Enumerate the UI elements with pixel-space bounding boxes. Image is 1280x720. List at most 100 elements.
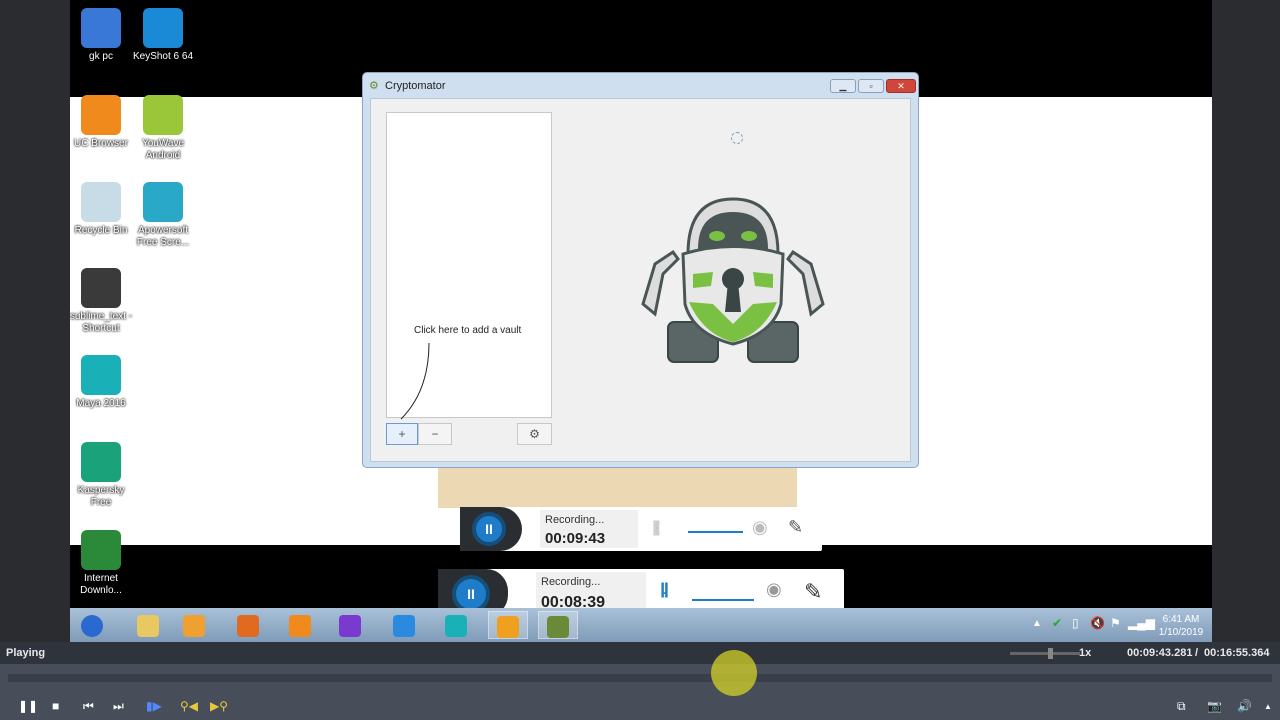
- taskbar-item[interactable]: [228, 611, 268, 639]
- recycle-bin-icon: [81, 182, 121, 222]
- network-signal-icon[interactable]: ▂▄▆: [1128, 616, 1155, 630]
- add-vault-hint: Click here to add a vault: [414, 325, 522, 336]
- hint-arrow: [400, 342, 430, 420]
- taskbar-item[interactable]: [128, 611, 168, 639]
- next-icon[interactable]: ⏭: [113, 699, 124, 714]
- volume-slider[interactable]: [688, 531, 743, 533]
- marker-back-icon[interactable]: ⚲◀: [180, 699, 198, 713]
- taskbar-item[interactable]: [330, 611, 370, 639]
- internet-explorer-icon: [393, 615, 415, 638]
- vault-list[interactable]: Click here to add a vault: [386, 112, 552, 420]
- playback-status: Playing: [6, 647, 46, 659]
- desktop-icon-label: Internet Downlo...: [80, 573, 122, 596]
- android-icon: [143, 95, 183, 135]
- taskbar-item[interactable]: [174, 611, 214, 639]
- desktop-icon-label: UC Browser: [74, 138, 128, 149]
- file-explorer-icon: [137, 615, 159, 638]
- desktop-icon[interactable]: Internet Downlo...: [70, 530, 134, 597]
- pencil-icon[interactable]: ✎: [804, 579, 822, 605]
- desktop-icon-label: Recycle Bin: [74, 225, 128, 236]
- cryptomator-window: ⚙ Cryptomator ▁ ▫ ✕ Click here to add a …: [362, 72, 919, 468]
- marker-forward-icon[interactable]: ▶⚲: [210, 699, 228, 713]
- frame-step-icon[interactable]: ▮▶: [146, 699, 162, 713]
- playback-speed[interactable]: 1x: [1079, 647, 1091, 659]
- seek-handle[interactable]: [710, 650, 757, 696]
- uc-browser-icon: [81, 95, 121, 135]
- desktop-icon[interactable]: Recycle Bin: [70, 182, 134, 237]
- kaspersky-icon: [81, 442, 121, 482]
- muted-volume-icon[interactable]: 🔇: [1090, 616, 1105, 630]
- gear-icon: ⚙: [529, 427, 540, 441]
- player-left-margin: [0, 0, 70, 642]
- audio-level-icon: ||.||: [660, 581, 669, 598]
- audio-level-icon: |||||: [652, 519, 661, 536]
- firefox-icon: [237, 615, 259, 638]
- window-client: Click here to add a vault + − ⚙: [370, 98, 911, 462]
- recorder-status: Recording...: [541, 576, 601, 588]
- system-tray: ▲ ✔ ▯ 🔇 ⚑ ▂▄▆ 6:41 AM 1/10/2019: [1012, 608, 1212, 642]
- sublime-icon: [81, 268, 121, 308]
- action-center-flag-icon[interactable]: ⚑: [1110, 616, 1121, 630]
- previous-icon[interactable]: ⏮: [83, 699, 94, 714]
- maximize-button[interactable]: ▫: [858, 79, 884, 93]
- desktop-icon-label: gk pc: [89, 51, 113, 62]
- background-image: [438, 468, 797, 508]
- taskbar-item[interactable]: [72, 611, 112, 639]
- desktop-icon-label: Maya 2016: [76, 398, 126, 409]
- power-icon[interactable]: ▯: [1072, 616, 1079, 630]
- remove-vault-button[interactable]: −: [418, 423, 452, 445]
- desktop-icon[interactable]: KeyShot 6 64: [130, 8, 196, 63]
- tray-expand-icon[interactable]: ▲: [1032, 618, 1042, 629]
- clock[interactable]: 6:41 AM 1/10/2019: [1152, 613, 1210, 639]
- kaspersky-tray-icon[interactable]: ✔: [1052, 616, 1062, 630]
- pause-icon[interactable]: ❚❚: [18, 699, 38, 713]
- add-vault-button[interactable]: +: [386, 423, 418, 445]
- desktop-icon[interactable]: UC Browser: [70, 95, 134, 150]
- loading-spinner-icon: [731, 132, 743, 144]
- media-player-icon: [183, 615, 205, 638]
- snapshot-camera-icon[interactable]: 📷: [1207, 699, 1222, 713]
- cryptomator-robot-logo: [641, 197, 825, 363]
- pause-recording-button[interactable]: II: [472, 512, 506, 546]
- volume-icon[interactable]: 🔊: [1237, 699, 1252, 713]
- playback-position: 00:09:43.281: [1127, 647, 1193, 659]
- taskbar-item[interactable]: [280, 611, 320, 639]
- cryptomator-icon: [547, 616, 569, 639]
- close-button[interactable]: ✕: [886, 79, 916, 93]
- player-right-margin: [1212, 0, 1280, 642]
- taskbar: ▲ ✔ ▯ 🔇 ⚑ ▂▄▆ 6:41 AM 1/10/2019: [70, 608, 1212, 642]
- recorder-status: Recording...: [545, 514, 605, 526]
- speed-slider[interactable]: [1010, 648, 1080, 659]
- volume-up-arrow-icon[interactable]: ▲: [1264, 702, 1272, 711]
- settings-button[interactable]: ⚙: [517, 423, 552, 445]
- taskbar-item[interactable]: [384, 611, 424, 639]
- taskbar-item[interactable]: [488, 611, 528, 639]
- desktop-icon[interactable]: gk pc: [70, 8, 134, 63]
- fullscreen-icon[interactable]: ⧉: [1177, 699, 1186, 714]
- desktop-icon-label: Kaspersky Free: [77, 485, 125, 508]
- desktop-icon[interactable]: Apowersoft Free Scre...: [130, 182, 196, 249]
- recorder-time: 00:09:43: [545, 530, 606, 547]
- maya-icon: [445, 615, 467, 638]
- volume-slider[interactable]: [692, 599, 754, 601]
- stop-icon[interactable]: ■: [52, 699, 59, 713]
- pencil-icon[interactable]: ✎: [788, 517, 803, 538]
- media-player-controls: Playing 1x 00:09:43.281 / 00:16:55.364 ❚…: [0, 642, 1280, 720]
- webcam-icon[interactable]: ◉: [752, 517, 768, 538]
- taskbar-item[interactable]: [538, 611, 578, 639]
- apowersoft-icon: [143, 182, 183, 222]
- desktop-icon[interactable]: YouWave Android: [130, 95, 196, 162]
- keyshot-icon: [143, 8, 183, 48]
- windows-start-icon: [81, 615, 103, 638]
- desktop-icon[interactable]: Maya 2016: [70, 355, 134, 410]
- taskbar-item[interactable]: [436, 611, 476, 639]
- desktop-icon-label: KeyShot 6 64: [132, 51, 194, 62]
- clock-date: 1/10/2019: [1158, 627, 1204, 638]
- desktop-icon[interactable]: sublime_text - Shortcut: [70, 268, 134, 335]
- playback-duration: 00:16:55.364: [1204, 647, 1270, 659]
- minimize-button[interactable]: ▁: [830, 79, 856, 93]
- idm-icon: [81, 530, 121, 570]
- seek-bar[interactable]: [8, 650, 1272, 696]
- desktop-icon[interactable]: Kaspersky Free: [70, 442, 134, 509]
- webcam-icon[interactable]: ◉: [766, 579, 782, 600]
